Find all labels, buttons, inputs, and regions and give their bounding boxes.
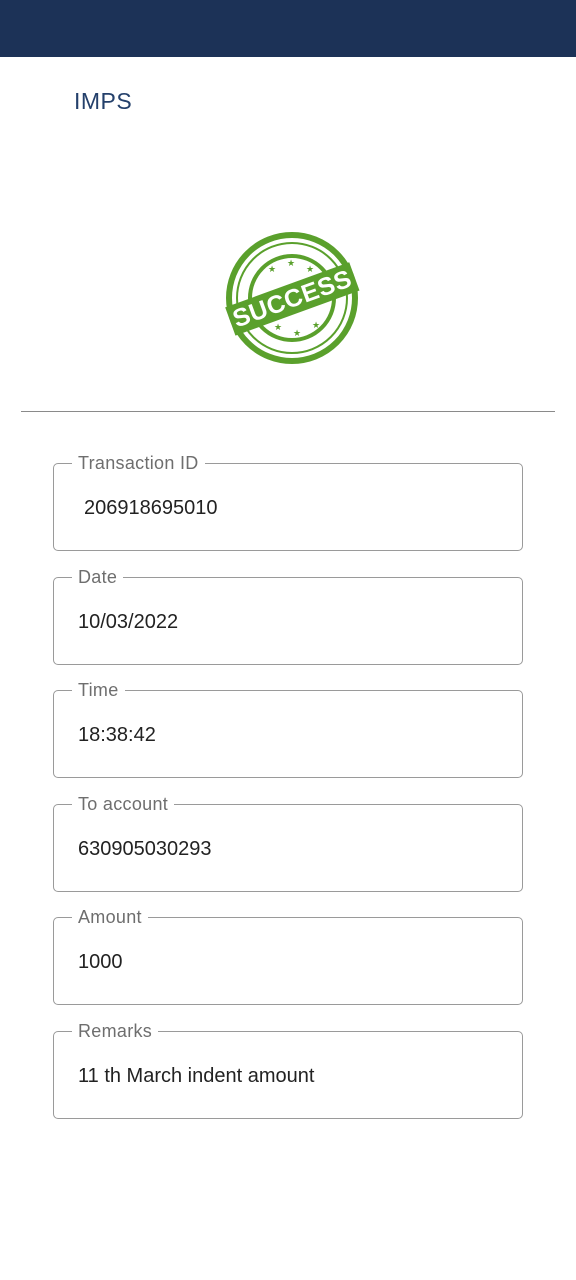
field-label: Amount xyxy=(72,906,148,928)
to-account-field: To account 630905030293 xyxy=(53,793,523,892)
date-field: Date 10/03/2022 xyxy=(53,566,523,665)
field-value: 630905030293 xyxy=(78,838,212,860)
field-label: To account xyxy=(72,793,175,815)
time-field: Time 18:38:42 xyxy=(53,679,523,778)
field-value: 206918695010 xyxy=(84,497,218,519)
svg-text:★: ★ xyxy=(306,265,314,275)
field-value: 1000 xyxy=(78,951,123,973)
svg-text:★: ★ xyxy=(312,321,320,331)
field-value: 10/03/2022 xyxy=(78,611,179,633)
field-value: 18:38:42 xyxy=(78,724,156,746)
field-label: Remarks xyxy=(72,1020,159,1042)
amount-field: Amount 1000 xyxy=(53,906,523,1005)
divider xyxy=(21,411,555,412)
svg-text:★: ★ xyxy=(274,323,282,333)
field-label: Transaction ID xyxy=(72,452,205,474)
success-stamp-icon: ★ ★ ★ ★ ★ ★ SUCCESS xyxy=(224,230,360,366)
svg-text:★: ★ xyxy=(268,265,276,275)
remarks-field: Remarks 11 th March indent amount xyxy=(53,1020,523,1119)
field-label: Date xyxy=(72,566,124,588)
field-value: 11 th March indent amount xyxy=(78,1065,315,1087)
svg-text:★: ★ xyxy=(287,259,295,269)
field-label: Time xyxy=(72,679,125,701)
page-title: IMPS xyxy=(74,88,133,114)
status-bar xyxy=(0,0,576,57)
transaction-id-field: Transaction ID 206918695010 xyxy=(53,452,523,551)
svg-text:★: ★ xyxy=(293,329,301,339)
